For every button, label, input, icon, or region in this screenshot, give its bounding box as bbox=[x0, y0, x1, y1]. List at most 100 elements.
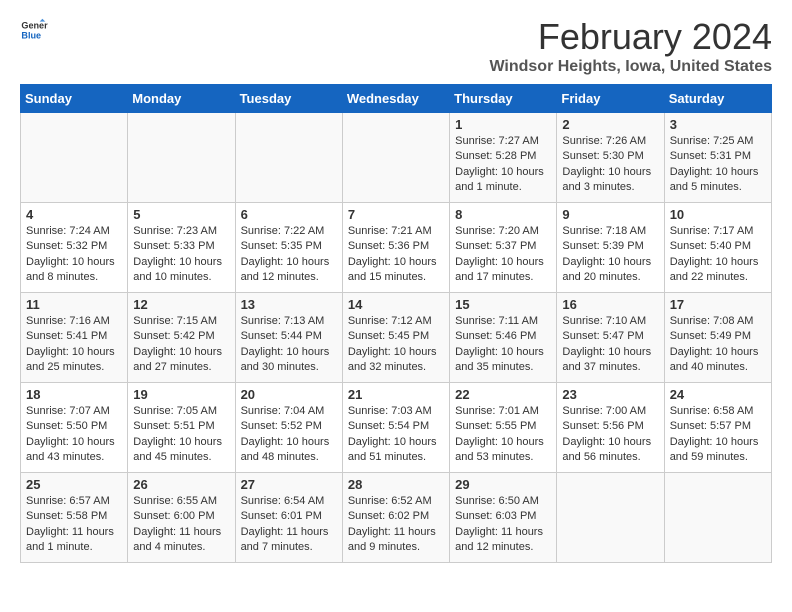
day-number: 8 bbox=[455, 207, 551, 222]
day-number: 27 bbox=[241, 477, 337, 492]
day-info: Sunrise: 7:00 AM Sunset: 5:56 PM Dayligh… bbox=[562, 404, 658, 466]
day-info: Sunrise: 7:22 AM Sunset: 5:35 PM Dayligh… bbox=[241, 224, 337, 286]
calendar-cell: 25Sunrise: 6:57 AM Sunset: 5:58 PM Dayli… bbox=[21, 473, 128, 563]
logo-icon: General Blue bbox=[20, 16, 48, 44]
calendar-cell: 14 Sunrise: 7:12 AM Sunset: 5:45 PM Dayli… bbox=[342, 293, 449, 383]
day-info: Sunrise: 6:57 AM Sunset: 5:58 PM Dayligh… bbox=[26, 494, 122, 556]
day-number: 2 bbox=[562, 117, 658, 132]
day-number: 29 bbox=[455, 477, 551, 492]
calendar-week-row: 25Sunrise: 6:57 AM Sunset: 5:58 PM Dayli… bbox=[21, 473, 772, 563]
header-monday: Monday bbox=[128, 85, 235, 113]
svg-text:General: General bbox=[21, 21, 48, 31]
calendar-week-row: 4Sunrise: 7:24 AM Sunset: 5:32 PM Daylig… bbox=[21, 203, 772, 293]
header-wednesday: Wednesday bbox=[342, 85, 449, 113]
day-info: Sunrise: 7:13 AM Sunset: 5:44 PM Dayligh… bbox=[241, 314, 337, 376]
calendar-cell: 16 Sunrise: 7:10 AM Sunset: 5:47 PM Dayli… bbox=[557, 293, 664, 383]
calendar-week-row: 1 Sunrise: 7:27 AM Sunset: 5:28 PM Daylig… bbox=[21, 113, 772, 203]
day-info: Sunrise: 7:04 AM Sunset: 5:52 PM Dayligh… bbox=[241, 404, 337, 466]
header-row: Sunday Monday Tuesday Wednesday Thursday… bbox=[21, 85, 772, 113]
calendar-cell: 10 Sunrise: 7:17 AM Sunset: 5:40 PM Dayli… bbox=[664, 203, 771, 293]
day-number: 7 bbox=[348, 207, 444, 222]
calendar-cell: 8 Sunrise: 7:20 AM Sunset: 5:37 PM Daylig… bbox=[450, 203, 557, 293]
day-info: Sunrise: 7:12 AM Sunset: 5:45 PM Dayligh… bbox=[348, 314, 444, 376]
calendar-cell: 20 Sunrise: 7:04 AM Sunset: 5:52 PM Dayli… bbox=[235, 383, 342, 473]
day-info: Sunrise: 7:08 AM Sunset: 5:49 PM Dayligh… bbox=[670, 314, 766, 376]
calendar-cell: 22 Sunrise: 7:01 AM Sunset: 5:55 PM Dayli… bbox=[450, 383, 557, 473]
calendar-week-row: 11 Sunrise: 7:16 AM Sunset: 5:41 PM Dayli… bbox=[21, 293, 772, 383]
day-number: 11 bbox=[26, 297, 122, 312]
calendar-cell bbox=[342, 113, 449, 203]
calendar-cell: 23 Sunrise: 7:00 AM Sunset: 5:56 PM Dayli… bbox=[557, 383, 664, 473]
svg-text:Blue: Blue bbox=[21, 30, 41, 40]
day-number: 24 bbox=[670, 387, 766, 402]
calendar-week-row: 18Sunrise: 7:07 AM Sunset: 5:50 PM Dayli… bbox=[21, 383, 772, 473]
calendar-cell: 21 Sunrise: 7:03 AM Sunset: 5:54 PM Dayli… bbox=[342, 383, 449, 473]
calendar-body: 1 Sunrise: 7:27 AM Sunset: 5:28 PM Daylig… bbox=[21, 113, 772, 563]
day-info: Sunrise: 7:27 AM Sunset: 5:28 PM Dayligh… bbox=[455, 134, 551, 196]
calendar-cell: 6 Sunrise: 7:22 AM Sunset: 5:35 PM Daylig… bbox=[235, 203, 342, 293]
day-info: Sunrise: 7:18 AM Sunset: 5:39 PM Dayligh… bbox=[562, 224, 658, 286]
calendar-cell: 9 Sunrise: 7:18 AM Sunset: 5:39 PM Daylig… bbox=[557, 203, 664, 293]
header-friday: Friday bbox=[557, 85, 664, 113]
calendar-cell bbox=[664, 473, 771, 563]
day-number: 26 bbox=[133, 477, 229, 492]
calendar-cell: 12Sunrise: 7:15 AM Sunset: 5:42 PM Dayli… bbox=[128, 293, 235, 383]
page-header: General Blue February 2024 Windsor Heigh… bbox=[20, 16, 772, 76]
day-number: 10 bbox=[670, 207, 766, 222]
day-info: Sunrise: 7:11 AM Sunset: 5:46 PM Dayligh… bbox=[455, 314, 551, 376]
calendar-cell: 27 Sunrise: 6:54 AM Sunset: 6:01 PM Dayli… bbox=[235, 473, 342, 563]
day-info: Sunrise: 6:50 AM Sunset: 6:03 PM Dayligh… bbox=[455, 494, 551, 556]
calendar-header: Sunday Monday Tuesday Wednesday Thursday… bbox=[21, 85, 772, 113]
day-number: 20 bbox=[241, 387, 337, 402]
day-info: Sunrise: 6:55 AM Sunset: 6:00 PM Dayligh… bbox=[133, 494, 229, 556]
calendar-cell: 18Sunrise: 7:07 AM Sunset: 5:50 PM Dayli… bbox=[21, 383, 128, 473]
day-info: Sunrise: 7:20 AM Sunset: 5:37 PM Dayligh… bbox=[455, 224, 551, 286]
day-number: 23 bbox=[562, 387, 658, 402]
day-number: 13 bbox=[241, 297, 337, 312]
day-info: Sunrise: 7:01 AM Sunset: 5:55 PM Dayligh… bbox=[455, 404, 551, 466]
calendar-cell: 11 Sunrise: 7:16 AM Sunset: 5:41 PM Dayli… bbox=[21, 293, 128, 383]
day-info: Sunrise: 7:26 AM Sunset: 5:30 PM Dayligh… bbox=[562, 134, 658, 196]
calendar-cell bbox=[128, 113, 235, 203]
header-tuesday: Tuesday bbox=[235, 85, 342, 113]
calendar-cell: 5Sunrise: 7:23 AM Sunset: 5:33 PM Daylig… bbox=[128, 203, 235, 293]
day-number: 17 bbox=[670, 297, 766, 312]
location-title: Windsor Heights, Iowa, United States bbox=[489, 58, 772, 76]
calendar-cell: 2 Sunrise: 7:26 AM Sunset: 5:30 PM Daylig… bbox=[557, 113, 664, 203]
day-info: Sunrise: 7:23 AM Sunset: 5:33 PM Dayligh… bbox=[133, 224, 229, 286]
calendar-cell: 26 Sunrise: 6:55 AM Sunset: 6:00 PM Dayli… bbox=[128, 473, 235, 563]
day-number: 9 bbox=[562, 207, 658, 222]
day-number: 1 bbox=[455, 117, 551, 132]
header-sunday: Sunday bbox=[21, 85, 128, 113]
day-info: Sunrise: 7:16 AM Sunset: 5:41 PM Dayligh… bbox=[26, 314, 122, 376]
calendar-table: Sunday Monday Tuesday Wednesday Thursday… bbox=[20, 84, 772, 563]
calendar-cell bbox=[235, 113, 342, 203]
month-title: February 2024 bbox=[489, 16, 772, 58]
calendar-cell bbox=[557, 473, 664, 563]
day-info: Sunrise: 7:17 AM Sunset: 5:40 PM Dayligh… bbox=[670, 224, 766, 286]
day-info: Sunrise: 6:58 AM Sunset: 5:57 PM Dayligh… bbox=[670, 404, 766, 466]
day-number: 14 bbox=[348, 297, 444, 312]
calendar-cell: 13 Sunrise: 7:13 AM Sunset: 5:44 PM Dayli… bbox=[235, 293, 342, 383]
day-info: Sunrise: 7:03 AM Sunset: 5:54 PM Dayligh… bbox=[348, 404, 444, 466]
day-info: Sunrise: 7:10 AM Sunset: 5:47 PM Dayligh… bbox=[562, 314, 658, 376]
day-info: Sunrise: 7:05 AM Sunset: 5:51 PM Dayligh… bbox=[133, 404, 229, 466]
day-number: 4 bbox=[26, 207, 122, 222]
calendar-cell: 7Sunrise: 7:21 AM Sunset: 5:36 PM Daylig… bbox=[342, 203, 449, 293]
calendar-cell: 15Sunrise: 7:11 AM Sunset: 5:46 PM Dayli… bbox=[450, 293, 557, 383]
day-number: 21 bbox=[348, 387, 444, 402]
day-number: 28 bbox=[348, 477, 444, 492]
calendar-cell: 24 Sunrise: 6:58 AM Sunset: 5:57 PM Dayli… bbox=[664, 383, 771, 473]
day-number: 3 bbox=[670, 117, 766, 132]
calendar-cell: 17 Sunrise: 7:08 AM Sunset: 5:49 PM Dayli… bbox=[664, 293, 771, 383]
day-info: Sunrise: 6:54 AM Sunset: 6:01 PM Dayligh… bbox=[241, 494, 337, 556]
day-number: 18 bbox=[26, 387, 122, 402]
calendar-cell: 19Sunrise: 7:05 AM Sunset: 5:51 PM Dayli… bbox=[128, 383, 235, 473]
day-number: 22 bbox=[455, 387, 551, 402]
day-number: 16 bbox=[562, 297, 658, 312]
day-number: 6 bbox=[241, 207, 337, 222]
day-info: Sunrise: 7:15 AM Sunset: 5:42 PM Dayligh… bbox=[133, 314, 229, 376]
logo: General Blue bbox=[20, 16, 48, 44]
calendar-cell: 29 Sunrise: 6:50 AM Sunset: 6:03 PM Dayli… bbox=[450, 473, 557, 563]
calendar-cell: 4Sunrise: 7:24 AM Sunset: 5:32 PM Daylig… bbox=[21, 203, 128, 293]
